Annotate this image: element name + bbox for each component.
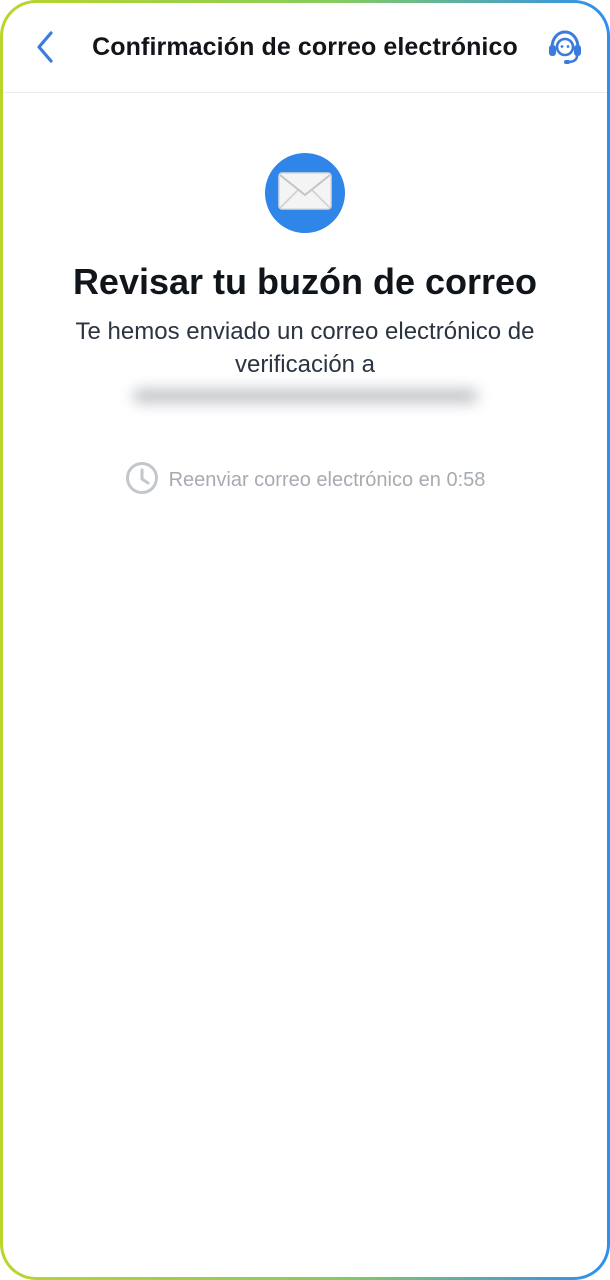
device-frame: Confirmación de correo electrónico Revis… <box>0 0 610 1280</box>
resend-countdown-label: Reenviar correo electrónico en 0:58 <box>168 469 486 491</box>
mail-badge <box>265 153 345 233</box>
envelope-icon <box>277 171 333 216</box>
customer-support-button[interactable] <box>545 29 585 69</box>
verification-message-line-2: verificación a <box>234 351 376 378</box>
clock-icon <box>125 461 159 500</box>
top-navigation-bar: Confirmación de correo electrónico <box>3 3 607 93</box>
page-title: Confirmación de correo electrónico <box>92 33 518 61</box>
headline: Revisar tu buzón de correo <box>72 261 538 302</box>
resend-countdown: Reenviar correo electrónico en 0:58 <box>3 461 607 500</box>
verification-message-line-1: Te hemos enviado un correo electrónico d… <box>75 318 535 345</box>
redacted-email-address <box>133 383 478 409</box>
headset-support-icon <box>546 28 584 71</box>
verification-message: Te hemos enviado un correo electrónico d… <box>43 315 567 381</box>
screen: Confirmación de correo electrónico Revis… <box>3 3 607 1277</box>
